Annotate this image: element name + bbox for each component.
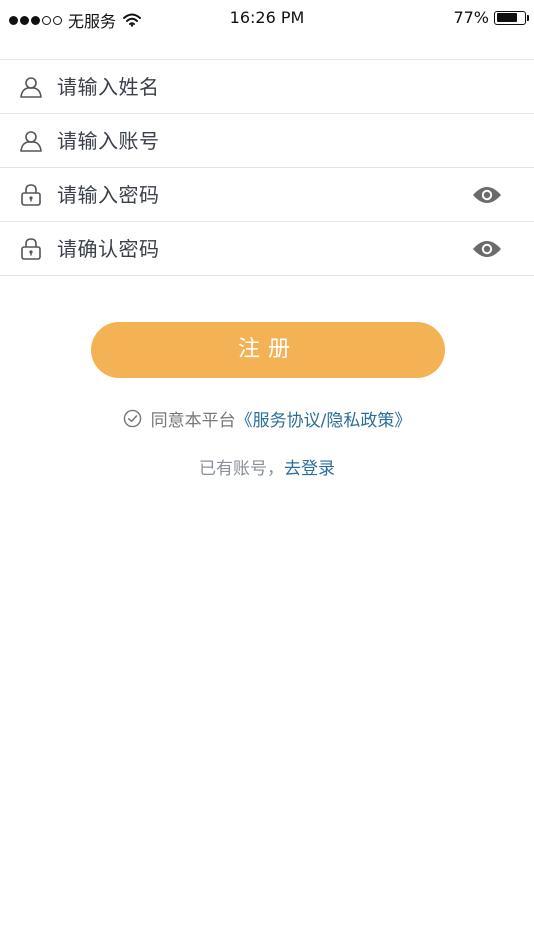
- check-circle-icon[interactable]: [123, 409, 142, 428]
- login-prefix: 已有账号，: [199, 459, 284, 479]
- lock-icon: [21, 238, 41, 260]
- agreement-prefix: 同意本平台: [150, 410, 236, 431]
- confirm-password-placeholder: 请确认密码: [57, 237, 160, 261]
- battery-fill: [496, 13, 518, 22]
- login-row: 已有账号，去登录: [0, 454, 534, 480]
- register-button[interactable]: 注册: [91, 322, 445, 378]
- name-field[interactable]: 请输入姓名: [0, 60, 534, 114]
- account-placeholder: 请输入账号: [57, 129, 160, 153]
- eye-icon[interactable]: [472, 239, 502, 259]
- eye-icon[interactable]: [472, 185, 502, 205]
- password-placeholder: 请输入密码: [57, 183, 160, 207]
- account-field[interactable]: 请输入账号: [0, 114, 534, 168]
- password-field[interactable]: 请输入密码: [0, 168, 534, 222]
- battery-icon: [494, 10, 529, 25]
- agreement-row: 同意本平台 《服务协议/隐私政策》: [0, 405, 534, 431]
- agreement-link[interactable]: 《服务协议/隐私政策》: [236, 406, 412, 431]
- name-placeholder: 请输入姓名: [57, 75, 160, 99]
- battery-percent: 77%: [453, 8, 489, 27]
- login-link[interactable]: 去登录: [284, 459, 335, 479]
- user-icon: [20, 77, 42, 98]
- status-right: 77%: [453, 8, 529, 27]
- register-form: 请输入姓名 请输入账号 请输入密码 请确认密码: [0, 59, 534, 276]
- lock-icon: [21, 184, 41, 206]
- user-icon: [20, 131, 42, 152]
- status-bar: 无服务 16:26 PM 77%: [0, 0, 534, 38]
- confirm-password-field[interactable]: 请确认密码: [0, 222, 534, 276]
